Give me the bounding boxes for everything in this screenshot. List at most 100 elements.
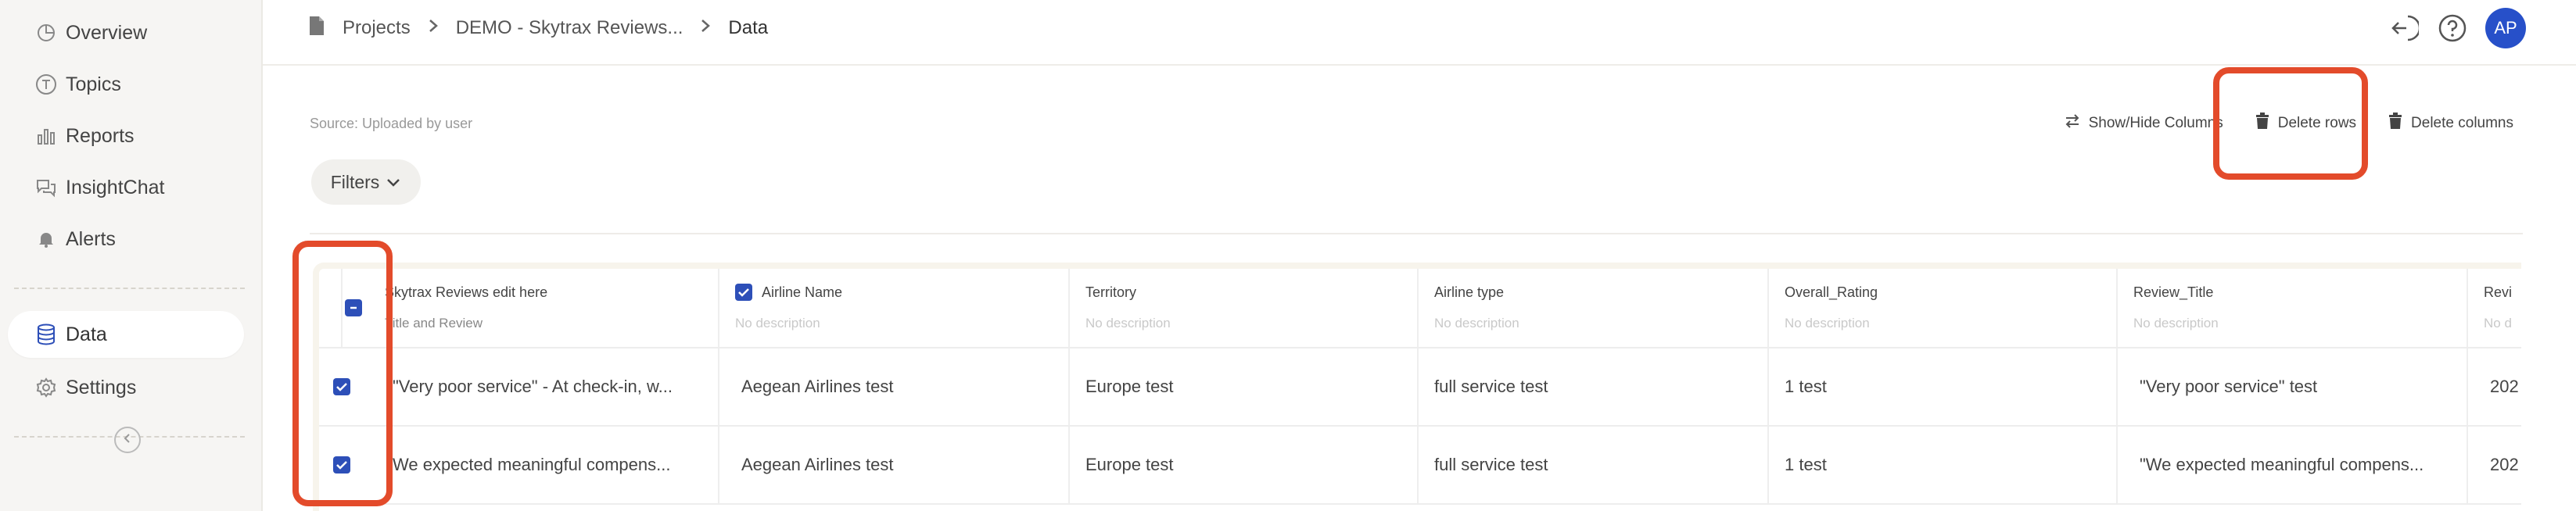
breadcrumb-project[interactable]: DEMO - Skytrax Reviews... bbox=[456, 17, 683, 39]
chevron-right-icon bbox=[700, 17, 711, 39]
sidebar-item-label: Settings bbox=[66, 376, 137, 398]
column-header[interactable]: Territory No description bbox=[1070, 269, 1419, 347]
checkmark-icon bbox=[333, 378, 350, 395]
table-row[interactable]: "Very poor service" - At check-in, w... … bbox=[319, 348, 2521, 427]
content-divider bbox=[310, 233, 2523, 234]
table-cell[interactable]: "We expected meaningful compens... bbox=[2118, 427, 2468, 503]
table-cell[interactable]: Aegean Airlines test bbox=[719, 348, 1070, 425]
table-cell[interactable]: "Very poor service" test bbox=[2118, 348, 2468, 425]
database-icon bbox=[34, 323, 58, 346]
minus-icon bbox=[345, 299, 362, 316]
sidebar: Overview Topics Reports InsightChat Aler… bbox=[0, 0, 263, 511]
column-title: Territory bbox=[1085, 284, 1137, 300]
column-description: No d bbox=[2484, 316, 2512, 331]
sidebar-item-label: InsightChat bbox=[66, 176, 165, 198]
column-title: Airline Name bbox=[762, 284, 843, 300]
select-all-checkbox[interactable] bbox=[343, 269, 364, 347]
column-title: Airline type bbox=[1434, 284, 1505, 300]
header-spacer bbox=[319, 269, 343, 347]
show-hide-columns-button[interactable]: Show/Hide Columns bbox=[2064, 113, 2223, 134]
breadcrumb: Projects DEMO - Skytrax Reviews... Data bbox=[308, 11, 768, 45]
sidebar-item-label: Topics bbox=[66, 73, 121, 95]
bell-icon bbox=[34, 227, 58, 251]
breadcrumb-projects[interactable]: Projects bbox=[343, 17, 411, 39]
column-header[interactable]: Airline type No description bbox=[1419, 269, 1769, 347]
topic-t-icon bbox=[34, 73, 58, 96]
trash-icon bbox=[2255, 113, 2270, 134]
filters-button[interactable]: Filters bbox=[311, 159, 421, 205]
chevron-left-icon bbox=[121, 432, 134, 448]
chevron-down-icon bbox=[386, 172, 401, 193]
avatar[interactable]: AP bbox=[2485, 8, 2526, 48]
column-title: Skytrax Reviews edit here bbox=[385, 284, 548, 300]
column-description: No description bbox=[1085, 316, 1171, 331]
sidebar-item-label: Data bbox=[66, 323, 107, 345]
chat-bubbles-icon bbox=[34, 176, 58, 199]
delete-rows-button[interactable]: Delete rows bbox=[2255, 113, 2356, 134]
delete-rows-label: Delete rows bbox=[2277, 115, 2357, 131]
column-description: Title and Review bbox=[385, 316, 483, 331]
checkmark-icon bbox=[333, 456, 350, 473]
column-title-wrap: Airline Name bbox=[735, 277, 842, 308]
column-title: Review_Title bbox=[2133, 284, 2214, 300]
column-description: No description bbox=[2133, 316, 2219, 331]
column-description: No description bbox=[1434, 316, 1519, 331]
sidebar-item-insightchat[interactable]: InsightChat bbox=[34, 167, 164, 208]
swap-arrows-icon bbox=[2064, 113, 2081, 134]
delete-columns-button[interactable]: Delete columns bbox=[2388, 113, 2513, 134]
help-icon[interactable] bbox=[2437, 13, 2468, 44]
data-table: Skytrax Reviews edit here Title and Revi… bbox=[313, 263, 2521, 511]
table-cell[interactable]: "Very poor service" - At check-in, w... bbox=[366, 348, 719, 425]
source-label: Source: Uploaded by user bbox=[310, 116, 473, 131]
column-description: No description bbox=[735, 316, 820, 331]
chevron-right-icon bbox=[428, 17, 439, 39]
table-cell[interactable]: 202 bbox=[2468, 427, 2521, 503]
table-header-row: Skytrax Reviews edit here Title and Revi… bbox=[319, 269, 2521, 348]
sidebar-item-reports[interactable]: Reports bbox=[34, 116, 135, 156]
column-header[interactable]: Overall_Rating No description bbox=[1769, 269, 2118, 347]
column-header[interactable]: Review_Title No description bbox=[2118, 269, 2468, 347]
column-title: Overall_Rating bbox=[1785, 284, 1878, 300]
document-icon bbox=[308, 15, 325, 42]
sidebar-item-topics[interactable]: Topics bbox=[34, 64, 121, 105]
table-toolbar: Show/Hide Columns Delete rows Delete col… bbox=[2064, 113, 2513, 134]
table-cell[interactable]: 1 test bbox=[1769, 427, 2118, 503]
table-cell[interactable]: full service test bbox=[1419, 427, 1769, 503]
table-row[interactable]: We expected meaningful compens... Aegean… bbox=[319, 427, 2521, 505]
chart-pie-icon bbox=[34, 21, 58, 45]
collapse-sidebar-button[interactable] bbox=[114, 427, 141, 453]
checkmark-icon[interactable] bbox=[735, 284, 752, 301]
table-cell[interactable]: 202 bbox=[2468, 348, 2521, 425]
filters-label: Filters bbox=[330, 171, 380, 192]
table-cell[interactable]: We expected meaningful compens... bbox=[366, 427, 719, 503]
table-cell[interactable]: Europe test bbox=[1070, 348, 1419, 425]
back-arrow-icon[interactable] bbox=[2388, 13, 2420, 44]
column-header[interactable]: Skytrax Reviews edit here Title and Revi… bbox=[366, 269, 719, 347]
column-title: Revi bbox=[2484, 284, 2513, 300]
trash-icon bbox=[2388, 113, 2403, 134]
row-checkbox[interactable] bbox=[319, 348, 364, 425]
sidebar-item-settings[interactable]: Settings bbox=[34, 367, 136, 408]
sidebar-item-alerts[interactable]: Alerts bbox=[34, 219, 116, 259]
top-bar: Projects DEMO - Skytrax Reviews... Data … bbox=[263, 0, 2576, 66]
row-checkbox[interactable] bbox=[319, 427, 364, 503]
gear-icon bbox=[34, 376, 58, 399]
sidebar-divider bbox=[14, 288, 245, 289]
column-description: No description bbox=[1785, 316, 1870, 331]
sidebar-item-data[interactable]: Data bbox=[8, 311, 244, 358]
table-cell[interactable]: 1 test bbox=[1769, 348, 2118, 425]
breadcrumb-current: Data bbox=[728, 17, 769, 38]
column-header[interactable]: Airline Name No description bbox=[719, 269, 1070, 347]
column-header[interactable]: Revi No d bbox=[2468, 269, 2521, 347]
table-cell[interactable]: Aegean Airlines test bbox=[719, 427, 1070, 503]
table-cell[interactable]: full service test bbox=[1419, 348, 1769, 425]
sidebar-item-overview[interactable]: Overview bbox=[34, 13, 147, 53]
show-hide-columns-label: Show/Hide Columns bbox=[2088, 115, 2223, 131]
table-cell[interactable]: Europe test bbox=[1070, 427, 1419, 503]
sidebar-item-label: Overview bbox=[66, 21, 148, 44]
sidebar-item-label: Reports bbox=[66, 124, 135, 147]
bar-chart-icon bbox=[34, 124, 58, 148]
top-actions: AP bbox=[2388, 8, 2526, 48]
sidebar-item-label: Alerts bbox=[66, 227, 116, 250]
delete-columns-label: Delete columns bbox=[2411, 115, 2513, 131]
